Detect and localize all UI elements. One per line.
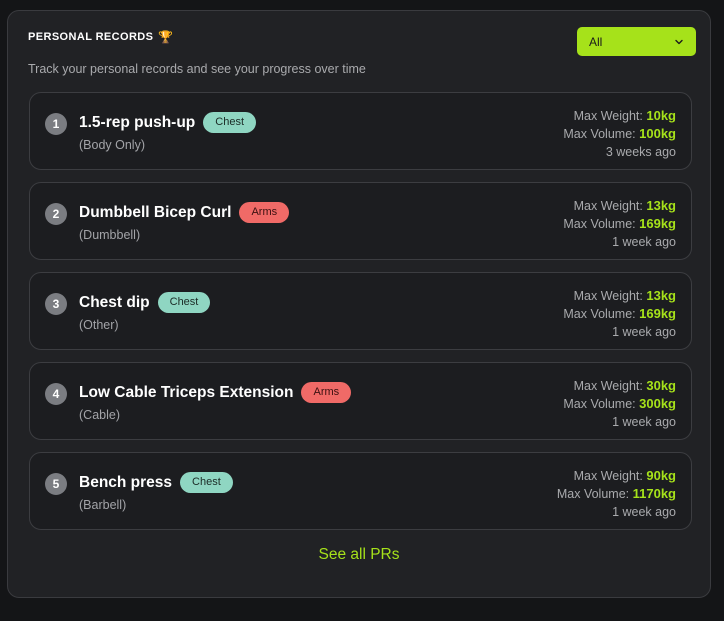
record-stats: Max Weight: 10kg Max Volume: 100kg 3 wee… — [563, 107, 676, 161]
rank-badge: 3 — [45, 293, 67, 315]
equipment-label: (Body Only) — [79, 138, 145, 152]
rank-badge: 4 — [45, 383, 67, 405]
max-volume-label: Max Volume: — [563, 127, 636, 141]
filter-selected-value: All — [589, 34, 603, 49]
personal-records-card: PERSONAL RECORDS 🏆 Track your personal r… — [7, 10, 711, 598]
max-volume-value: 100kg — [639, 126, 676, 141]
record-date: 3 weeks ago — [605, 145, 676, 159]
record-row[interactable]: 5 Bench press Chest (Barbell) Max Weight… — [29, 452, 692, 530]
exercise-name: Low Cable Triceps Extension — [79, 383, 294, 401]
record-stats: Max Weight: 30kg Max Volume: 300kg 1 wee… — [563, 377, 676, 431]
record-date: 1 week ago — [612, 415, 676, 429]
see-all-prs-link[interactable]: See all PRs — [8, 546, 710, 564]
exercise-name: Dumbbell Bicep Curl — [79, 203, 232, 221]
record-date: 1 week ago — [612, 235, 676, 249]
max-weight-value: 90kg — [646, 468, 676, 483]
max-volume-value: 169kg — [639, 216, 676, 231]
records-list: 1 1.5-rep push-up Chest (Body Only) Max … — [29, 92, 692, 542]
title-text: PERSONAL RECORDS — [28, 31, 154, 43]
max-weight-value: 13kg — [646, 198, 676, 213]
rank-badge: 5 — [45, 473, 67, 495]
exercise-name: Bench press — [79, 473, 173, 491]
exercise-name: 1.5-rep push-up — [79, 113, 196, 131]
equipment-label: (Cable) — [79, 408, 120, 422]
muscle-tag: Chest — [157, 292, 211, 313]
max-volume-value: 1170kg — [632, 486, 676, 501]
max-weight-label: Max Weight: — [573, 469, 643, 483]
record-row[interactable]: 3 Chest dip Chest (Other) Max Weight: 13… — [29, 272, 692, 350]
rank-badge: 1 — [45, 113, 67, 135]
max-weight-label: Max Weight: — [573, 379, 643, 393]
max-weight-label: Max Weight: — [573, 289, 643, 303]
category-filter-dropdown[interactable]: All — [577, 27, 696, 56]
muscle-tag: Arms — [301, 382, 352, 403]
page-title: PERSONAL RECORDS 🏆 — [28, 31, 174, 43]
max-weight-value: 30kg — [646, 378, 676, 393]
max-volume-value: 169kg — [639, 306, 676, 321]
record-row[interactable]: 1 1.5-rep push-up Chest (Body Only) Max … — [29, 92, 692, 170]
max-volume-label: Max Volume: — [563, 397, 636, 411]
record-row[interactable]: 2 Dumbbell Bicep Curl Arms (Dumbbell) Ma… — [29, 182, 692, 260]
trophy-icon: 🏆 — [158, 30, 174, 44]
record-stats: Max Weight: 90kg Max Volume: 1170kg 1 we… — [557, 467, 676, 521]
max-weight-value: 10kg — [646, 108, 676, 123]
equipment-label: (Dumbbell) — [79, 228, 141, 242]
max-weight-value: 13kg — [646, 288, 676, 303]
page-subtitle: Track your personal records and see your… — [28, 62, 366, 76]
max-weight-label: Max Weight: — [573, 199, 643, 213]
chevron-down-icon — [674, 37, 684, 47]
record-date: 1 week ago — [612, 325, 676, 339]
max-volume-value: 300kg — [639, 396, 676, 411]
exercise-name: Chest dip — [79, 293, 150, 311]
record-stats: Max Weight: 13kg Max Volume: 169kg 1 wee… — [563, 287, 676, 341]
equipment-label: (Other) — [79, 318, 119, 332]
equipment-label: (Barbell) — [79, 498, 127, 512]
record-date: 1 week ago — [612, 505, 676, 519]
muscle-tag: Arms — [239, 202, 290, 223]
record-row[interactable]: 4 Low Cable Triceps Extension Arms (Cabl… — [29, 362, 692, 440]
max-weight-label: Max Weight: — [573, 109, 643, 123]
max-volume-label: Max Volume: — [563, 307, 636, 321]
max-volume-label: Max Volume: — [563, 217, 636, 231]
muscle-tag: Chest — [203, 112, 257, 133]
rank-badge: 2 — [45, 203, 67, 225]
record-stats: Max Weight: 13kg Max Volume: 169kg 1 wee… — [563, 197, 676, 251]
muscle-tag: Chest — [180, 472, 233, 493]
max-volume-label: Max Volume: — [556, 487, 630, 501]
